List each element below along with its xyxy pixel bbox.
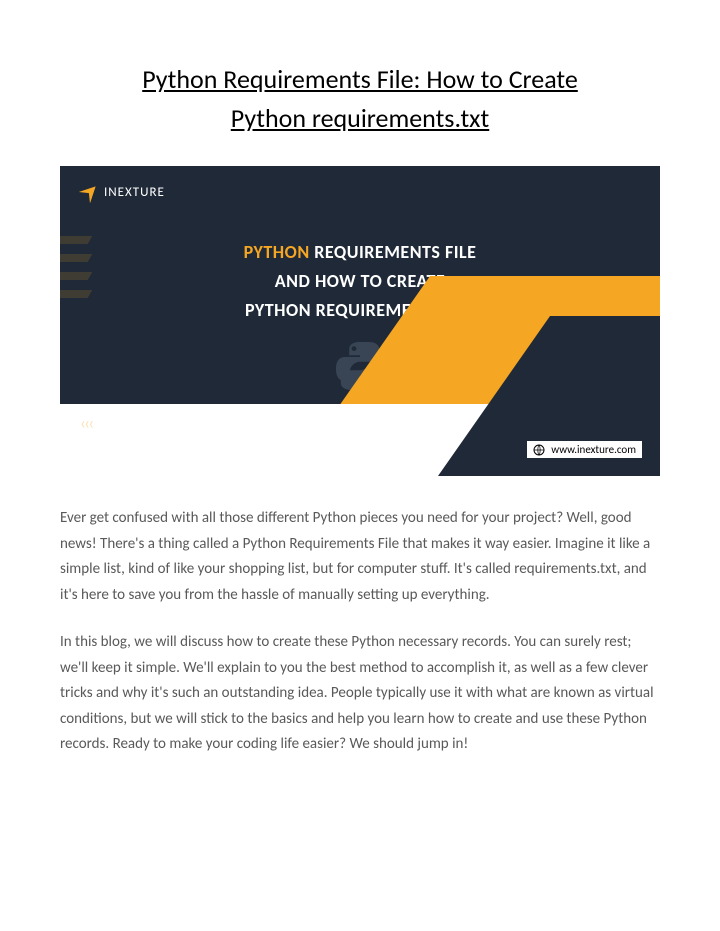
logo-icon: [79, 181, 102, 204]
globe-icon: [533, 444, 545, 456]
decorative-quotes: ‹‹‹: [80, 412, 92, 434]
brand-logo: INEXTURE: [82, 184, 165, 200]
title-line-2: Python requirements.txt: [231, 102, 489, 134]
banner-url: www.inexture.com: [527, 441, 642, 458]
headline-rest1: REQUIREMENTS FILE: [310, 241, 477, 263]
paragraph-2: In this blog, we will discuss how to cre…: [60, 630, 660, 758]
url-text: www.inexture.com: [551, 443, 636, 456]
logo-text: INEXTURE: [104, 185, 165, 200]
page-title: Python Requirements File: How to Create …: [60, 60, 660, 138]
headline-accent: PYTHON: [244, 241, 310, 263]
hero-banner: INEXTURE PYTHON REQUIREMENTS FILE AND HO…: [60, 166, 660, 476]
title-line-1: Python Requirements File: How to Create: [142, 63, 578, 95]
paragraph-1: Ever get confused with all those differe…: [60, 506, 660, 608]
